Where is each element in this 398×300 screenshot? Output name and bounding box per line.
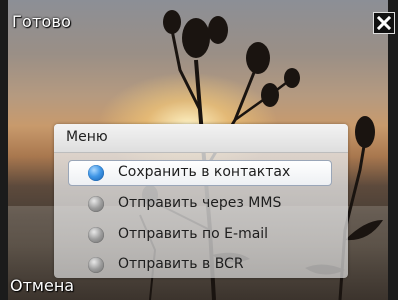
menu-item-send-email[interactable]: Отправить по E-mail bbox=[68, 222, 332, 248]
radio-unselected-icon bbox=[88, 257, 104, 273]
menu-item-send-mms[interactable]: Отправить через MMS bbox=[68, 191, 332, 217]
cancel-softkey[interactable]: Отмена bbox=[10, 276, 74, 295]
menu-header: Меню bbox=[54, 124, 348, 153]
done-softkey[interactable]: Готово bbox=[12, 12, 71, 31]
context-menu: Меню Сохранить в контактах Отправить чер… bbox=[54, 124, 348, 278]
menu-title: Меню bbox=[66, 129, 108, 145]
close-icon bbox=[377, 16, 391, 30]
menu-item-save-to-contacts[interactable]: Сохранить в контактах bbox=[68, 160, 332, 186]
screen-right-border bbox=[388, 0, 398, 300]
menu-item-label: Сохранить в контактах bbox=[118, 164, 291, 180]
close-button[interactable] bbox=[373, 12, 395, 34]
menu-item-label: Отправить через MMS bbox=[118, 195, 282, 211]
radio-unselected-icon bbox=[88, 227, 104, 243]
menu-item-label: Отправить в BCR bbox=[118, 256, 244, 272]
radio-unselected-icon bbox=[88, 196, 104, 212]
menu-item-label: Отправить по E-mail bbox=[118, 226, 269, 242]
screen-left-border bbox=[0, 0, 8, 300]
radio-selected-icon bbox=[88, 165, 104, 181]
menu-item-send-bcr[interactable]: Отправить в BCR bbox=[68, 252, 332, 278]
